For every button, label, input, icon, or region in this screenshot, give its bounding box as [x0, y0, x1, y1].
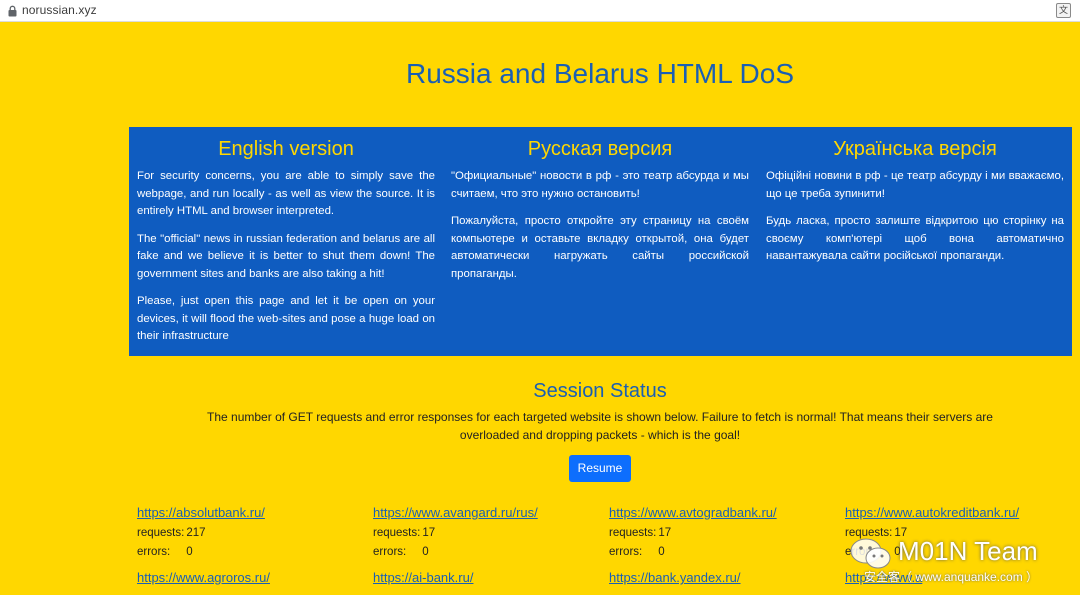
- requests-count: 17: [422, 527, 436, 539]
- translate-icon[interactable]: 文: [1056, 3, 1071, 18]
- lock-icon: [8, 5, 17, 17]
- site-card: https://absolutbank.ru/ requests: 217 err…: [137, 505, 357, 558]
- requests-label: requests:: [609, 527, 657, 539]
- errors-stat: errors: 0: [137, 546, 357, 558]
- site-card: https://www.a: [845, 570, 1065, 585]
- site-link[interactable]: https://www.autokreditbank.ru/: [845, 505, 1065, 520]
- errors-count: 0: [658, 546, 665, 558]
- page-title: Russia and Belarus HTML DoS: [405, 58, 794, 89]
- resume-button[interactable]: Resume: [569, 455, 631, 482]
- requests-count: 217: [186, 527, 206, 539]
- requests-label: requests:: [845, 527, 893, 539]
- english-column: English version For security concerns, y…: [137, 127, 435, 356]
- errors-count: 0: [422, 546, 429, 558]
- ukrainian-paragraph-1: Офіційні новини в рф - це театр абсурду …: [766, 170, 1064, 200]
- errors-label: errors:: [845, 546, 879, 558]
- requests-stat: requests: 17: [609, 527, 829, 539]
- requests-label: requests:: [137, 527, 185, 539]
- requests-stat: requests: 17: [373, 527, 593, 539]
- russian-column: Русская версия "Официальные" новости в р…: [451, 127, 749, 293]
- session-status-description: The number of GET requests and error res…: [207, 410, 993, 442]
- site-card: https://www.avtogradbank.ru/ requests: 17…: [609, 505, 829, 558]
- errors-label: errors:: [609, 546, 643, 558]
- site-card: https://bank.yandex.ru/: [609, 570, 829, 585]
- browser-address-bar: norussian.xyz 文: [0, 0, 1080, 22]
- url-text[interactable]: norussian.xyz: [22, 3, 97, 17]
- russian-heading: Русская версия: [527, 138, 673, 160]
- ukrainian-paragraph-2: Будь ласка, просто залиште відкритою цю …: [766, 215, 1064, 262]
- errors-count: 0: [186, 546, 193, 558]
- requests-count: 17: [658, 527, 672, 539]
- ukrainian-column: Українська версія Офіційні новини в рф -…: [766, 127, 1064, 276]
- site-card: https://ai-bank.ru/: [373, 570, 593, 585]
- site-link[interactable]: https://www.avangard.ru/rus/: [373, 505, 593, 520]
- info-panel: English version For security concerns, y…: [129, 127, 1072, 356]
- english-paragraph-3: Please, just open this page and let it b…: [137, 295, 435, 342]
- ukrainian-heading: Українська версія: [833, 138, 997, 160]
- site-link[interactable]: https://bank.yandex.ru/: [609, 570, 829, 585]
- errors-count: 0: [894, 546, 901, 558]
- errors-label: errors:: [137, 546, 171, 558]
- session-status-title: Session Status: [533, 380, 667, 402]
- requests-stat: requests: 217: [137, 527, 357, 539]
- site-card: https://www.avangard.ru/rus/ requests: 17…: [373, 505, 593, 558]
- errors-stat: errors: 0: [609, 546, 829, 558]
- site-link[interactable]: https://ai-bank.ru/: [373, 570, 593, 585]
- site-link[interactable]: https://www.agroros.ru/: [137, 570, 357, 585]
- russian-paragraph-1: "Официальные" новости в рф - это театр а…: [451, 170, 749, 200]
- site-link[interactable]: https://absolutbank.ru/: [137, 505, 357, 520]
- requests-count: 17: [894, 527, 908, 539]
- english-heading: English version: [218, 138, 354, 160]
- requests-stat: requests: 17: [845, 527, 1065, 539]
- site-link[interactable]: https://www.avtogradbank.ru/: [609, 505, 829, 520]
- site-card: https://www.agroros.ru/: [137, 570, 357, 585]
- requests-label: requests:: [373, 527, 421, 539]
- errors-stat: errors: 0: [845, 546, 1065, 558]
- russian-paragraph-2: Пожалуйста, просто откройте эту страницу…: [451, 215, 749, 280]
- errors-label: errors:: [373, 546, 407, 558]
- site-card: https://www.autokreditbank.ru/ requests:…: [845, 505, 1065, 558]
- english-paragraph-1: For security concerns, you are able to s…: [137, 170, 435, 217]
- errors-stat: errors: 0: [373, 546, 593, 558]
- english-paragraph-2: The "official" news in russian federatio…: [137, 232, 435, 280]
- site-link[interactable]: https://www.a: [845, 570, 1065, 585]
